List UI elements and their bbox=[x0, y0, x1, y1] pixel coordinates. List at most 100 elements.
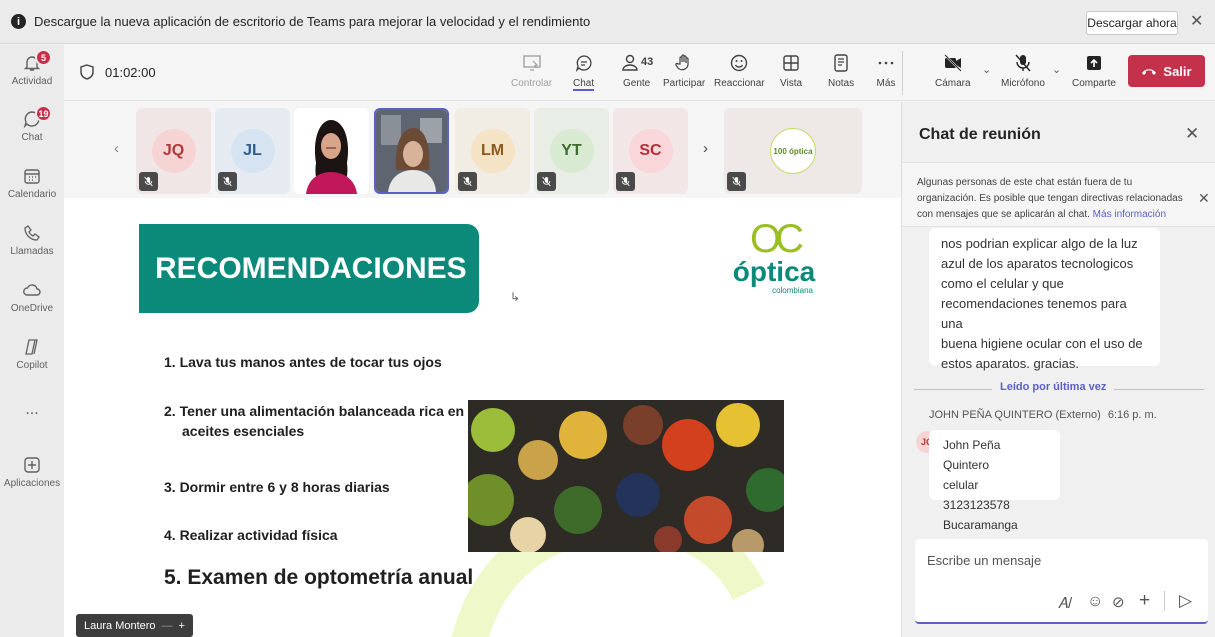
notes-icon bbox=[834, 54, 848, 72]
presenter-name: Laura Montero bbox=[84, 619, 156, 632]
view-button[interactable]: Vista bbox=[780, 53, 802, 89]
toolbar-label: Micrófono bbox=[1001, 78, 1045, 89]
slide-item-1: 1. Lava tus manos antes de tocar tus ojo… bbox=[164, 354, 442, 370]
message-compose-box[interactable]: Escribe un mensaje 𝐴/ ☺ ⊘ + ▷ bbox=[915, 539, 1208, 624]
active-speaker-tile[interactable] bbox=[374, 108, 449, 194]
rail-item-llamadas[interactable]: Llamadas bbox=[0, 223, 64, 257]
notice-link[interactable]: Más información bbox=[1093, 209, 1166, 220]
format-icon[interactable]: 𝐴/ bbox=[1058, 595, 1072, 612]
participant-strip: ‹ JQ JL LM YT SC › 100 óptica bbox=[64, 102, 901, 198]
chat-icon bbox=[575, 55, 592, 73]
message-line: nos podrian explicar algo de la luz bbox=[941, 236, 1138, 251]
hang-up-icon bbox=[1142, 69, 1157, 75]
participant-tile-lm[interactable]: LM bbox=[455, 108, 530, 194]
more-icon: ... bbox=[25, 401, 39, 418]
toolbar-label: Chat bbox=[573, 78, 595, 91]
strip-prev-chevron-icon[interactable]: ‹ bbox=[114, 140, 119, 157]
participant-tile-jl[interactable]: JL bbox=[215, 108, 290, 194]
presenter-name-tag[interactable]: Laura Montero — + bbox=[76, 614, 193, 637]
rail-item-copilot[interactable]: Copilot bbox=[0, 337, 64, 371]
control-button[interactable]: Controlar bbox=[511, 53, 552, 89]
emoji-icon[interactable]: ☺ bbox=[1087, 593, 1103, 611]
rail-label: Aplicaciones bbox=[3, 478, 61, 489]
screen-control-icon bbox=[522, 55, 541, 71]
meeting-stage: ‹ JQ JL LM YT SC › 100 óptica RECOMENDAC… bbox=[64, 102, 901, 637]
attach-plus-icon[interactable]: + bbox=[1139, 590, 1150, 612]
rail-item-aplicaciones[interactable]: Aplicaciones bbox=[0, 455, 64, 489]
food-photo bbox=[468, 400, 784, 552]
toolbar-label: Comparte bbox=[1072, 78, 1116, 89]
leave-button[interactable]: Salir bbox=[1128, 55, 1205, 87]
toolbar-label: Más bbox=[876, 78, 896, 89]
smile-icon bbox=[731, 54, 748, 72]
participant-tile-yt[interactable]: YT bbox=[534, 108, 609, 194]
strip-next-chevron-icon[interactable]: › bbox=[703, 140, 708, 157]
slide-item-2-cont: aceites esenciales bbox=[182, 423, 305, 439]
copilot-icon bbox=[25, 339, 38, 355]
download-now-button[interactable]: Descargar ahora bbox=[1086, 11, 1178, 35]
message-line: buena higiene ocular con el uso de bbox=[941, 336, 1143, 351]
more-icon bbox=[878, 61, 894, 65]
notes-button[interactable]: Notas bbox=[828, 53, 854, 89]
add-apps-icon bbox=[24, 457, 40, 473]
message-line: estos aparatos. gracias. bbox=[941, 356, 1080, 371]
phone-icon bbox=[24, 225, 40, 241]
calendar-icon bbox=[24, 169, 40, 184]
presenter-video-tile[interactable] bbox=[294, 108, 369, 194]
hand-icon bbox=[675, 54, 689, 71]
more-actions-button[interactable]: Más bbox=[876, 53, 896, 89]
avatar: LM bbox=[470, 129, 515, 173]
participant-tile-jq[interactable]: JQ bbox=[136, 108, 211, 194]
compose-divider bbox=[1164, 591, 1165, 611]
shield-icon bbox=[80, 64, 94, 80]
raise-hand-button[interactable]: Participar bbox=[663, 53, 705, 89]
minus-icon: — bbox=[161, 619, 173, 632]
toolbar-label: Reaccionar bbox=[714, 78, 765, 89]
message-line: Bucaramanga bbox=[943, 518, 1018, 532]
camera-chevron-down-icon[interactable]: ⌄ bbox=[982, 63, 991, 76]
close-panel-icon[interactable]: ✕ bbox=[1185, 124, 1199, 144]
cloud-icon bbox=[23, 284, 41, 296]
mic-chevron-down-icon[interactable]: ⌄ bbox=[1052, 63, 1061, 76]
message-line: recomendaciones tenemos para una bbox=[941, 296, 1127, 331]
toolbar-label: Controlar bbox=[511, 78, 553, 89]
rail-label: OneDrive bbox=[10, 303, 54, 314]
react-button[interactable]: Reaccionar bbox=[714, 53, 765, 89]
info-icon: i bbox=[11, 14, 26, 29]
presenter-video bbox=[294, 108, 369, 194]
cursor-icon: ↳ bbox=[510, 290, 521, 304]
avatar: JL bbox=[230, 129, 275, 173]
rail-item-chat[interactable]: 19 Chat bbox=[0, 105, 64, 143]
banner-close-button[interactable]: ✕ bbox=[1190, 11, 1203, 31]
loop-icon[interactable]: ⊘ bbox=[1112, 593, 1125, 611]
camera-button[interactable]: Cámara bbox=[935, 53, 971, 89]
participant-tile-sc[interactable]: SC bbox=[613, 108, 688, 194]
share-button[interactable]: Comparte bbox=[1072, 53, 1116, 89]
participant-tile-optica[interactable]: 100 óptica bbox=[724, 108, 862, 194]
rail-item-onedrive[interactable]: OneDrive bbox=[0, 280, 64, 314]
logo-brand: óptica bbox=[732, 256, 816, 287]
meeting-chat-panel: Chat de reunión ✕ Algunas personas de es… bbox=[901, 102, 1215, 637]
speaker-video bbox=[376, 110, 447, 192]
message-line: azul de los aparatos tecnologicos bbox=[941, 256, 1134, 271]
chat-button[interactable]: Chat bbox=[573, 53, 595, 91]
toolbar-label: Notas bbox=[828, 78, 855, 89]
microphone-button[interactable]: Micrófono bbox=[1001, 53, 1045, 89]
chat-panel-title: Chat de reunión bbox=[919, 126, 1041, 143]
avatar: YT bbox=[549, 129, 594, 173]
rail-more-button[interactable]: ... bbox=[0, 401, 64, 419]
rail-item-calendario[interactable]: Calendario bbox=[0, 166, 64, 200]
grid-view-icon bbox=[783, 55, 799, 71]
compose-placeholder[interactable]: Escribe un mensaje bbox=[927, 553, 1041, 568]
camera-off-icon bbox=[944, 54, 962, 72]
activity-badge: 5 bbox=[35, 49, 52, 66]
slide-item-4: 4. Realizar actividad física bbox=[164, 527, 338, 543]
dismiss-notice-icon[interactable]: ✕ bbox=[1198, 190, 1210, 207]
plus-icon[interactable]: + bbox=[179, 620, 185, 632]
rail-item-actividad[interactable]: 5 Actividad bbox=[0, 49, 64, 87]
logo-mark: OC bbox=[750, 217, 804, 261]
meeting-timer: 01:02:00 bbox=[105, 65, 156, 80]
people-button[interactable]: 43 Gente bbox=[620, 53, 653, 89]
message-line: celular 3123123578 bbox=[943, 478, 1010, 512]
send-icon[interactable]: ▷ bbox=[1179, 591, 1192, 611]
